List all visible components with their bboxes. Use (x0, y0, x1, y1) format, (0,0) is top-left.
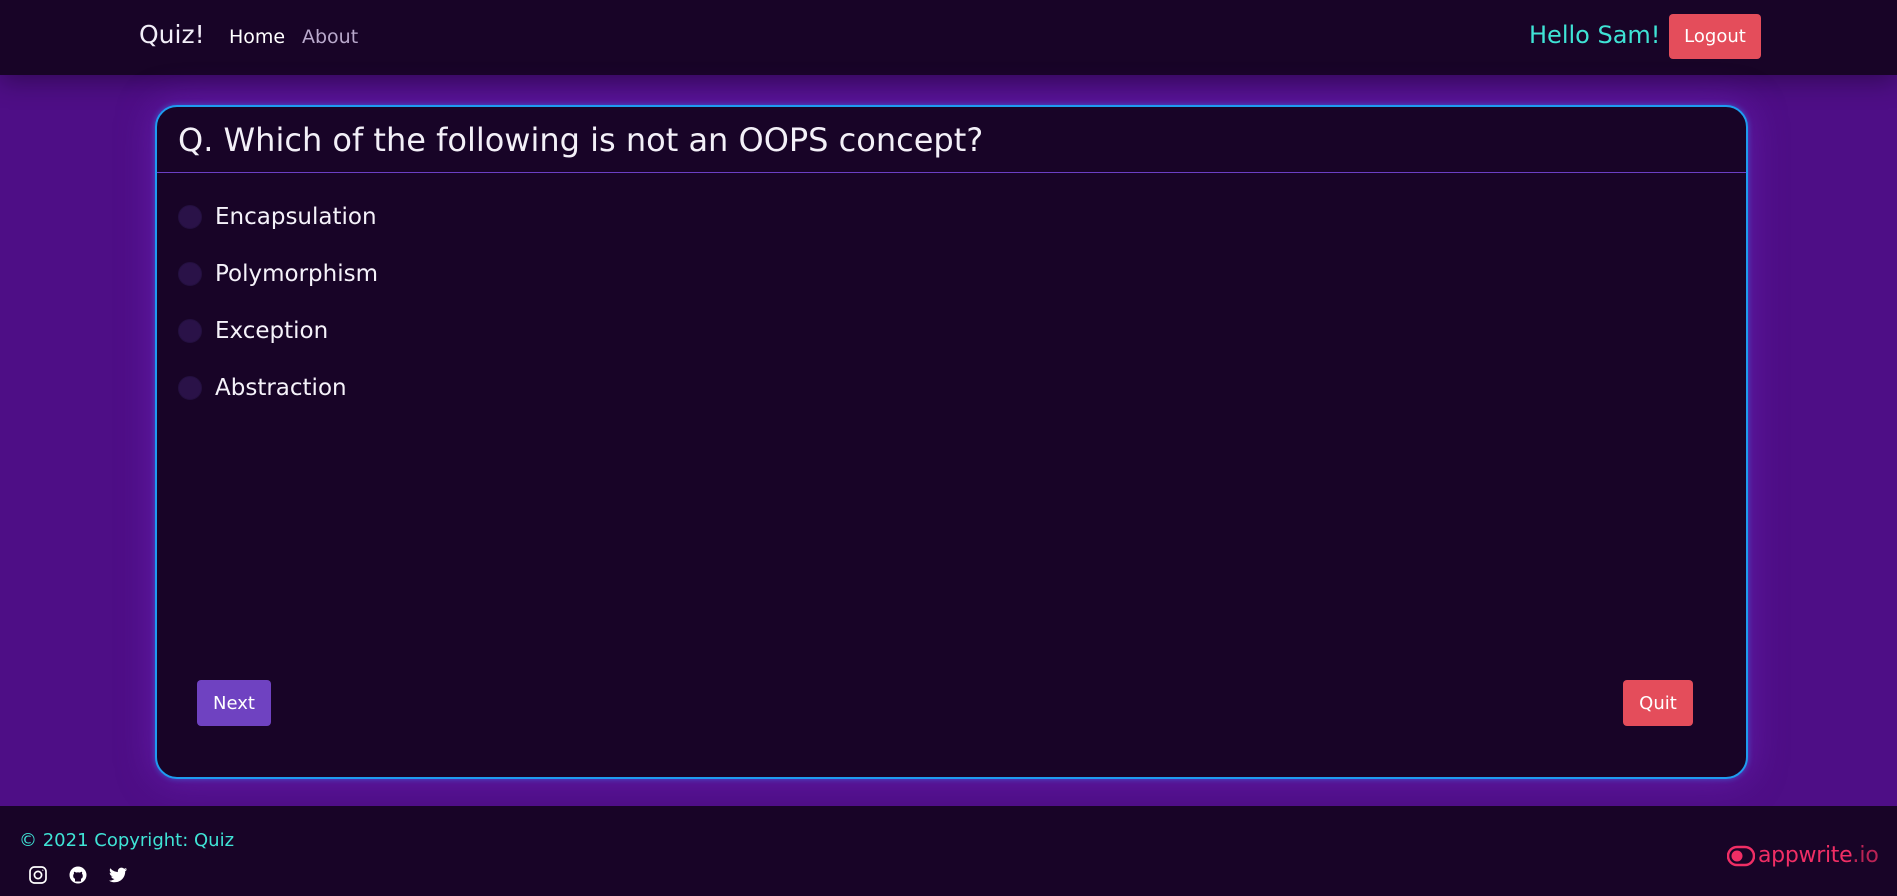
answer-option-label: Exception (215, 318, 329, 344)
answer-option[interactable]: Abstraction (178, 373, 347, 403)
radio-button[interactable] (178, 262, 202, 286)
footer: © 2021 Copyright: Quiz appwrite .io (0, 806, 1897, 896)
radio-button[interactable] (178, 319, 202, 343)
user-greeting: Hello Sam! (1529, 21, 1661, 49)
appwrite-icon (1727, 845, 1755, 866)
appwrite-logo[interactable]: appwrite .io (1727, 843, 1879, 868)
radio-button[interactable] (178, 376, 202, 400)
appwrite-wordmark: appwrite (1758, 843, 1853, 868)
social-links (28, 865, 128, 885)
navbar: Quiz! Home About Hello Sam! Logout (0, 0, 1897, 75)
nav-link-home[interactable]: Home (229, 26, 285, 48)
question-header: Q. Which of the following is not an OOPS… (157, 107, 1746, 173)
radio-button[interactable] (178, 205, 202, 229)
answer-option-label: Abstraction (215, 375, 347, 401)
next-button[interactable]: Next (197, 680, 271, 726)
question-text: Q. Which of the following is not an OOPS… (178, 121, 984, 159)
answer-option[interactable]: Polymorphism (178, 259, 378, 289)
answer-option-label: Polymorphism (215, 261, 379, 287)
appwrite-tld: .io (1852, 843, 1879, 868)
nav-link-about[interactable]: About (302, 26, 358, 48)
twitter-icon[interactable] (108, 865, 128, 885)
copyright-text: © 2021 Copyright: Quiz (19, 830, 235, 851)
quiz-card: Q. Which of the following is not an OOPS… (155, 105, 1748, 779)
logout-button[interactable]: Logout (1669, 14, 1761, 59)
brand-logo[interactable]: Quiz! (139, 20, 205, 49)
github-icon[interactable] (68, 865, 88, 885)
instagram-icon[interactable] (28, 865, 48, 885)
answer-option-label: Encapsulation (215, 204, 377, 230)
quit-button[interactable]: Quit (1623, 680, 1693, 726)
answer-option[interactable]: Exception (178, 316, 328, 346)
answer-option[interactable]: Encapsulation (178, 202, 377, 232)
